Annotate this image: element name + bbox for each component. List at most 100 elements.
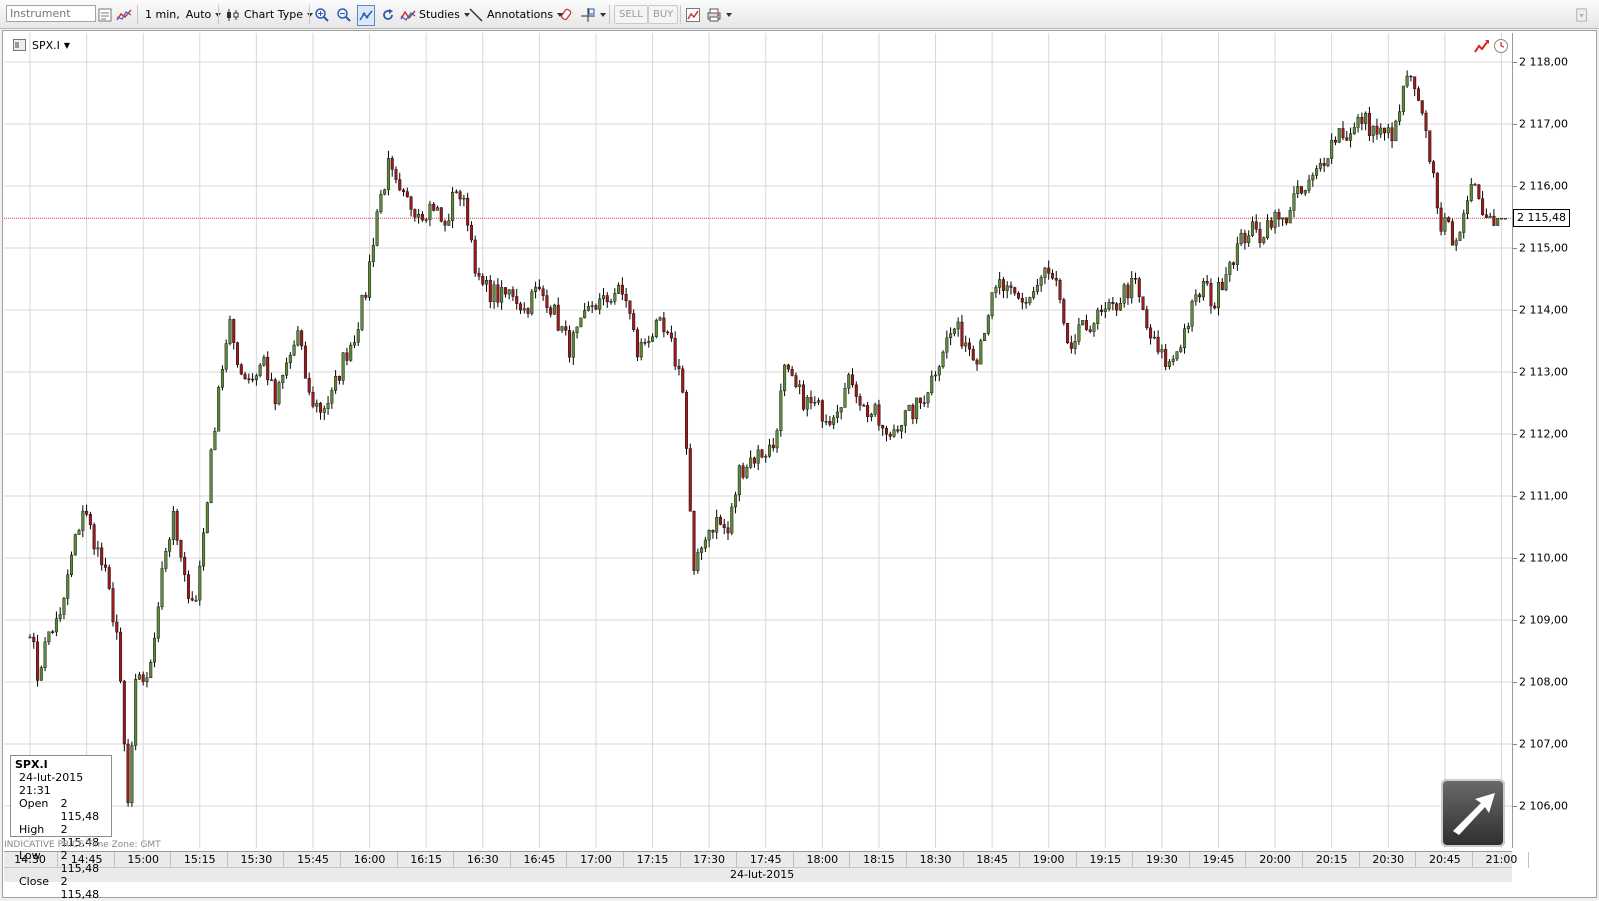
clock-icon[interactable] bbox=[1493, 38, 1509, 54]
candle-body bbox=[1413, 76, 1417, 89]
candle-body bbox=[647, 341, 651, 343]
candle-body bbox=[1496, 218, 1500, 226]
candle-body bbox=[1137, 278, 1141, 297]
y-tick bbox=[1513, 372, 1517, 373]
candle-body bbox=[1096, 309, 1100, 324]
x-tick bbox=[849, 852, 851, 868]
candle-body bbox=[745, 467, 749, 478]
x-tick-label: 17:00 bbox=[580, 853, 612, 866]
candlestick-icon bbox=[227, 8, 239, 21]
candle-body bbox=[537, 286, 541, 290]
candle-body bbox=[156, 606, 160, 639]
candle-body bbox=[273, 379, 277, 405]
x-tick bbox=[226, 852, 228, 868]
candle-body bbox=[605, 295, 609, 303]
candle-body bbox=[1284, 217, 1288, 224]
candle-body bbox=[485, 279, 489, 285]
y-tick bbox=[1513, 248, 1517, 249]
candle-body bbox=[51, 631, 55, 633]
candle-body bbox=[1364, 112, 1368, 124]
candle-body bbox=[1224, 274, 1228, 291]
annotations-dropdown[interactable]: Annotations bbox=[468, 5, 563, 24]
candle-body bbox=[628, 300, 632, 314]
interval-dropdown[interactable]: 1 min, Auto bbox=[145, 5, 221, 24]
candle-body bbox=[183, 556, 187, 575]
candle-body bbox=[1307, 179, 1311, 191]
candle-body bbox=[500, 287, 504, 303]
navigator-button[interactable] bbox=[1441, 779, 1505, 847]
auto-scale-button[interactable] bbox=[357, 5, 375, 26]
candle-body bbox=[786, 364, 790, 370]
candle-body bbox=[1375, 125, 1379, 135]
scroll-down-icon bbox=[1576, 7, 1587, 22]
candle-body bbox=[507, 289, 511, 295]
candle-body bbox=[420, 213, 424, 221]
candle-body bbox=[711, 530, 715, 533]
y-tick-label: 2 114,00 bbox=[1519, 303, 1568, 317]
print-dropdown[interactable] bbox=[706, 5, 732, 24]
candle-body bbox=[198, 565, 202, 601]
instrument-dropdown-arrow-icon: ▼ bbox=[63, 40, 71, 50]
interval-label: 1 min, bbox=[145, 8, 180, 21]
candle-body bbox=[556, 304, 560, 331]
candle-body bbox=[164, 551, 168, 569]
x-tick bbox=[453, 852, 455, 868]
y-tick bbox=[1513, 806, 1517, 807]
x-tick bbox=[905, 852, 907, 868]
zoom-in-button[interactable] bbox=[314, 5, 330, 24]
live-chart-icon[interactable] bbox=[1474, 38, 1490, 54]
candle-body bbox=[1126, 284, 1130, 299]
candle-body bbox=[828, 421, 832, 425]
candle-body bbox=[541, 288, 545, 296]
candle-body bbox=[1145, 309, 1149, 329]
price-plot-area[interactable] bbox=[4, 33, 1512, 848]
studies-dropdown[interactable]: Studies bbox=[400, 5, 470, 24]
candle-body bbox=[451, 191, 455, 221]
time-axis[interactable]: 14:30 14:45 15:00 15:15 15:30 15:45 16:00 16:15… bbox=[4, 851, 1530, 868]
candle-body bbox=[534, 286, 538, 292]
candle-body bbox=[1447, 217, 1451, 222]
candle-body bbox=[839, 407, 843, 413]
chart-corner-icons bbox=[1474, 38, 1509, 54]
candle-body bbox=[1084, 320, 1088, 330]
instrument-search-button[interactable] bbox=[97, 5, 113, 24]
instrument-input[interactable] bbox=[6, 5, 96, 22]
y-tick-label: 2 109,00 bbox=[1519, 613, 1568, 627]
instrument-selector[interactable]: SPX.I ▼ bbox=[12, 37, 70, 53]
export-chart-button[interactable] bbox=[685, 5, 701, 24]
line-draw-icon bbox=[469, 7, 483, 22]
candle-body bbox=[820, 400, 824, 422]
candle-body bbox=[1171, 358, 1175, 362]
indicator-tool-button[interactable] bbox=[116, 5, 132, 24]
candle-body bbox=[1100, 309, 1104, 312]
candle-body bbox=[364, 294, 368, 298]
eraser-button[interactable] bbox=[559, 5, 575, 24]
instrument-box-icon bbox=[13, 39, 26, 51]
date-label: 24-lut-2015 bbox=[730, 868, 795, 881]
candle-body bbox=[137, 674, 141, 680]
candle-body bbox=[1035, 285, 1039, 292]
eraser-icon bbox=[560, 8, 572, 20]
candle-body bbox=[1383, 127, 1387, 134]
chart-type-dropdown[interactable]: Chart Type bbox=[225, 5, 313, 24]
buy-button[interactable]: BUY bbox=[648, 5, 679, 24]
candle-body bbox=[1424, 112, 1428, 131]
candle-body bbox=[862, 405, 866, 407]
candle-body bbox=[651, 336, 655, 342]
candle-body bbox=[1013, 287, 1017, 294]
candle-body bbox=[1050, 273, 1054, 279]
candle-body bbox=[1152, 336, 1156, 339]
price-axis[interactable]: 2 118,00 2 117,00 2 116,00 2 115,00 2 114,00… bbox=[1512, 33, 1595, 848]
zoom-out-button[interactable] bbox=[336, 5, 352, 24]
toolbar-overflow-button[interactable] bbox=[1575, 5, 1589, 24]
candle-body bbox=[1450, 221, 1454, 246]
candle-body bbox=[1156, 336, 1160, 353]
candle-body bbox=[405, 191, 409, 198]
info-low-row: Low 2 115,48 bbox=[15, 849, 107, 875]
studies-icon bbox=[400, 10, 416, 21]
x-tick bbox=[962, 852, 964, 868]
reset-button[interactable] bbox=[380, 5, 396, 24]
sell-button[interactable]: SELL bbox=[614, 5, 648, 24]
crosshair-dropdown[interactable] bbox=[580, 5, 606, 24]
candle-body bbox=[1435, 172, 1439, 209]
